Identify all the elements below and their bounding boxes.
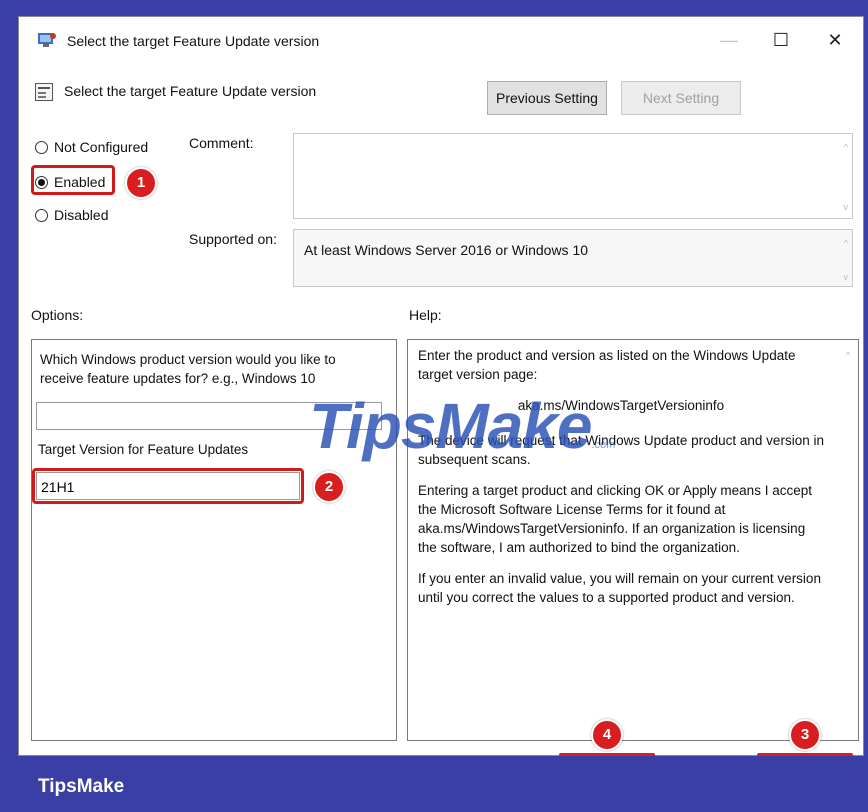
radio-disabled[interactable]: Disabled — [35, 207, 108, 223]
radio-circle — [35, 141, 48, 154]
minimize-button[interactable]: — — [707, 23, 751, 57]
supported-on-label: Supported on: — [189, 231, 277, 247]
highlight-target-version — [32, 468, 304, 504]
previous-setting-button[interactable]: Previous Setting — [487, 81, 607, 115]
setting-title: Select the target Feature Update version — [64, 83, 317, 99]
brand-label: TipsMake — [38, 776, 125, 797]
next-setting-button[interactable]: Next Setting — [621, 81, 741, 115]
scroll-down-icon: v — [843, 272, 849, 282]
highlight-enabled — [31, 165, 115, 195]
footer-bar: TipsMake — [0, 756, 868, 812]
radio-circle — [35, 209, 48, 222]
group-policy-dialog: Select the target Feature Update version… — [18, 16, 864, 767]
watermark: TipsMake.com — [309, 389, 615, 463]
title-bar: Select the target Feature Update version… — [19, 17, 863, 63]
scroll-up-icon: ^ — [843, 142, 848, 152]
watermark-text: TipsMake — [309, 390, 592, 462]
options-label: Options: — [31, 307, 84, 323]
product-question: Which Windows product version would you … — [40, 352, 336, 386]
radio-not-configured[interactable]: Not Configured — [35, 139, 148, 155]
help-label: Help: — [409, 307, 442, 323]
step-badge-2: 2 — [313, 471, 345, 503]
step-badge-1: 1 — [125, 167, 157, 199]
comment-textarea[interactable]: ^ v — [293, 133, 853, 219]
help-text: Enter the product and version as listed … — [418, 346, 824, 619]
radio-label: Not Configured — [54, 139, 149, 155]
supported-on-box: At least Windows Server 2016 or Windows … — [293, 229, 853, 287]
watermark-suffix: .com — [591, 439, 616, 451]
scroll-up-icon: ^ — [843, 238, 848, 248]
radio-label: Disabled — [54, 207, 109, 223]
comment-label: Comment: — [189, 135, 254, 151]
policy-app-icon — [38, 33, 56, 47]
scroll-up-icon: ^ — [845, 350, 850, 360]
help-paragraph: If you enter an invalid value, you will … — [418, 571, 821, 605]
close-button[interactable]: ✕ — [813, 23, 857, 57]
supported-on-value: At least Windows Server 2016 or Windows … — [304, 242, 589, 258]
help-paragraph: Entering a target product and clicking O… — [418, 483, 812, 555]
window-title: Select the target Feature Update version — [67, 33, 320, 49]
step-badge-3: 3 — [789, 719, 821, 751]
scroll-down-icon: v — [843, 202, 849, 212]
step-badge-4: 4 — [591, 719, 623, 751]
maximize-button[interactable]: ☐ — [759, 23, 803, 57]
target-version-label: Target Version for Feature Updates — [38, 442, 249, 457]
setting-header: Select the target Feature Update version… — [19, 63, 863, 133]
setting-icon — [35, 83, 53, 101]
help-paragraph: Enter the product and version as listed … — [418, 348, 796, 382]
